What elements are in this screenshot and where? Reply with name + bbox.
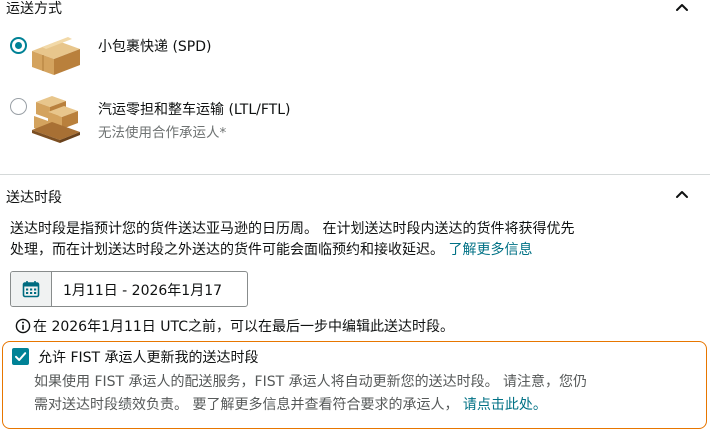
date-range-value: 1月11日 - 2026年1月17 [63,283,223,299]
chevron-up-icon[interactable] [671,187,693,203]
delivery-window-date-picker[interactable]: 1月11日 - 2026年1月17 [10,271,248,307]
edit-deadline-info: 在 2026年1月11日 UTC之前，可以在最后一步中编辑此送达时段。 [33,319,455,335]
shipping-method-title: 运送方式 [6,1,62,17]
description-line-1: 送达时段是指预计您的货件送达亚马逊的日历周。 在计划送达时段内送达的货件将获得优… [10,221,575,237]
fist-checkbox-label[interactable]: 允许 FIST 承运人更新我的送达时段 [38,347,259,367]
ltl-ftl-option-label: 汽运零担和整车运输 (LTL/FTL) [98,102,291,118]
chevron-up-icon[interactable] [671,0,693,16]
checkmark-icon [15,352,27,361]
fist-description-line-1: 如果使用 FIST 承运人的配送服务，FIST 承运人将自动更新您的送达时段。 … [34,374,588,390]
ltl-ftl-radio[interactable] [10,98,27,115]
calendar-icon [22,281,40,298]
fist-description: 如果使用 FIST 承运人的配送服务，FIST 承运人将自动更新您的送达时段。 … [34,371,702,417]
fist-update-checkbox[interactable] [12,348,29,365]
info-icon [15,318,31,334]
ltl-ftl-option-sublabel: 无法使用合作承运人* [98,125,227,141]
description-line-2: 处理，而在计划送达时段之外送达的货件可能会面临预约和接收延迟。 了解更多信息 [10,242,533,258]
fist-description-line-2: 需对送达时段绩效负责。 要了解更多信息并查看符合要求的承运人， 请点击此处。 [34,397,547,413]
spd-option-label: 小包裹快递 (SPD) [98,39,212,55]
delivery-window-description: 送达时段是指预计您的货件送达亚马逊的日历周。 在计划送达时段内送达的货件将获得优… [10,219,700,261]
small-parcel-icon [32,37,80,75]
date-picker-icon-area[interactable] [11,272,52,306]
pallet-icon [32,96,80,143]
fist-learn-more-link[interactable]: 请点击此处。 [463,397,547,413]
delivery-window-title: 送达时段 [6,190,62,206]
section-divider [0,174,710,175]
spd-radio[interactable] [10,37,27,54]
learn-more-link[interactable]: 了解更多信息 [448,242,532,258]
